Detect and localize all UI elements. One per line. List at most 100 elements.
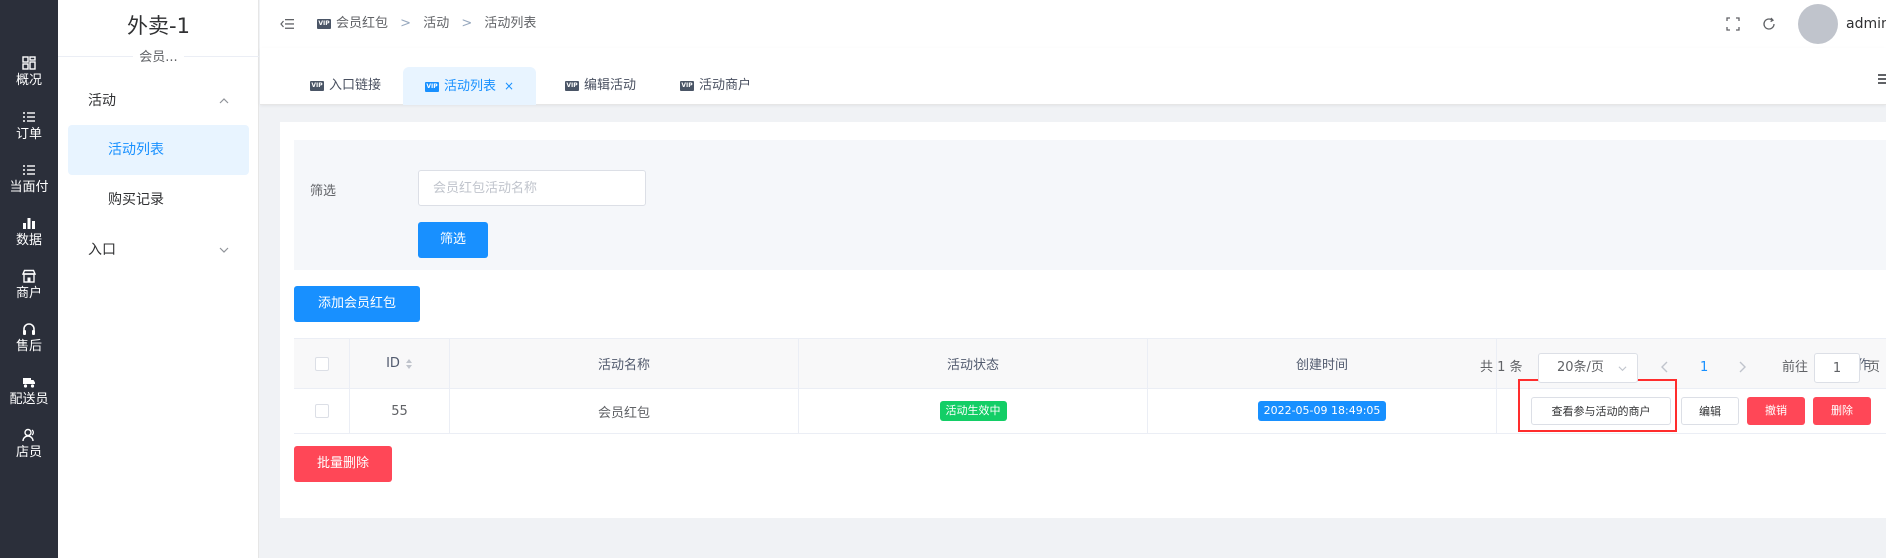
cell-id: 55 — [350, 389, 450, 433]
goto-label: 前往 — [1782, 360, 1809, 375]
tab-entry-link[interactable]: VIP 入口链接 — [288, 67, 403, 105]
avatar[interactable] — [1798, 4, 1838, 44]
sort-icon[interactable] — [405, 358, 413, 370]
next-page-icon[interactable] — [1737, 361, 1747, 373]
staff-icon — [22, 428, 34, 442]
select-all-checkbox[interactable] — [314, 356, 329, 371]
tabs-menu-icon[interactable] — [1878, 73, 1886, 85]
batch-delete-button[interactable]: 批量删除 — [294, 446, 392, 482]
username: admin — [1846, 16, 1886, 32]
menu-item-label: 购买记录 — [108, 192, 164, 208]
breadcrumb-current: 活动列表 — [484, 16, 537, 31]
header-checkbox-cell — [294, 339, 350, 388]
vip-icon: VIP — [425, 81, 439, 92]
row-checkbox[interactable] — [314, 404, 329, 418]
chevron-down-icon — [219, 247, 229, 253]
header-label: ID — [386, 356, 400, 371]
fullscreen-icon[interactable] — [1726, 17, 1740, 31]
menu-item-activity-list[interactable]: 活动列表 — [68, 125, 249, 175]
vip-icon: VIP — [565, 80, 579, 91]
store-title: 外卖-1 — [127, 14, 190, 38]
rail-label: 订单 — [15, 127, 42, 142]
menu-group-entry[interactable]: 入口 — [58, 230, 259, 270]
cell-name: 会员红包 — [450, 389, 799, 433]
table-header-row: ID 活动名称 活动状态 创建时间 操作 — [294, 339, 1886, 389]
delete-button[interactable]: 删除 — [1813, 397, 1871, 425]
header-label: 创建时间 — [1295, 358, 1348, 373]
collapse-menu-icon[interactable] — [280, 17, 294, 31]
page-size-select[interactable]: 20条/页 — [1538, 353, 1638, 383]
sub-sidebar: 外卖-1 会员... 活动 活动列表 购买记录 入口 — [58, 0, 259, 558]
rail-label: 店员 — [15, 445, 42, 460]
page-size-value: 20条/页 — [1557, 360, 1604, 375]
tab-label: 编辑活动 — [584, 78, 637, 93]
page-number-current[interactable]: 1 — [1700, 354, 1708, 382]
store-subtitle: 会员... — [58, 46, 259, 65]
filter-panel: 筛选 筛选 — [294, 140, 1886, 270]
menu-group-activity[interactable]: 活动 — [58, 81, 259, 121]
menu-group-label: 入口 — [88, 242, 116, 258]
vip-icon: VIP — [317, 18, 331, 29]
view-merchants-button[interactable]: 查看参与活动的商户 — [1531, 397, 1671, 425]
header-label: 活动状态 — [946, 358, 999, 373]
tab-activity-merchants[interactable]: VIP 活动商户 — [658, 67, 773, 105]
user-menu[interactable]: admin — [1846, 0, 1886, 48]
breadcrumb-separator: > — [461, 16, 473, 31]
rail-item-overview[interactable]: 概况 — [0, 56, 58, 108]
rail-item-merchants[interactable]: 商户 — [0, 269, 58, 321]
rail-label: 当面付 — [9, 180, 49, 195]
revoke-button[interactable]: 撤销 — [1747, 397, 1805, 425]
menu-group-label: 活动 — [88, 93, 116, 109]
tab-activity-list[interactable]: VIP 活动列表 × — [403, 67, 537, 105]
close-icon[interactable]: × — [504, 79, 514, 93]
rail-item-orders[interactable]: 订单 — [0, 110, 58, 162]
breadcrumb-item[interactable]: 活动 — [423, 16, 449, 31]
add-red-packet-button[interactable]: 添加会员红包 — [294, 286, 420, 322]
table-row: 55 会员红包 活动生效中 2022-05-09 18:49:05 查看参与活动… — [294, 389, 1886, 434]
rail-label: 售后 — [15, 339, 42, 354]
chevron-up-icon — [219, 98, 229, 104]
breadcrumb-item[interactable]: 会员红包 — [336, 16, 388, 31]
status-badge: 活动生效中 — [939, 401, 1007, 421]
edit-button[interactable]: 编辑 — [1681, 397, 1739, 425]
chevron-down-icon — [1618, 366, 1627, 372]
row-checkbox-cell — [294, 389, 350, 433]
top-bar: VIP 会员红包 > 活动 > 活动列表 admin — [260, 0, 1886, 48]
rail-item-face-pay[interactable]: 当面付 — [0, 163, 58, 215]
rail-label: 数据 — [15, 233, 42, 248]
header-label: 活动名称 — [597, 358, 650, 373]
header-id[interactable]: ID — [350, 339, 450, 388]
headset-icon — [23, 323, 35, 335]
tabs-bar: VIP 入口链接 VIP 活动列表 × VIP 编辑活动 VIP 活动商户 — [260, 48, 1886, 105]
refresh-icon[interactable] — [1762, 17, 1776, 31]
store-subtitle-text: 会员... — [133, 50, 184, 65]
goto-page-input[interactable] — [1814, 353, 1860, 383]
rail-label: 商户 — [15, 286, 42, 301]
list-icon — [23, 112, 35, 122]
created-time-badge: 2022-05-09 18:49:05 — [1257, 401, 1387, 421]
header-name: 活动名称 — [450, 339, 799, 388]
list-icon — [23, 165, 35, 175]
cell-actions: 查看参与活动的商户 编辑 撤销 删除 — [1497, 389, 1886, 433]
vip-icon: VIP — [680, 80, 694, 91]
menu-item-purchase-records[interactable]: 购买记录 — [68, 175, 249, 225]
tab-label: 入口链接 — [329, 78, 382, 93]
prev-page-icon[interactable] — [1660, 361, 1670, 373]
rail-item-data[interactable]: 数据 — [0, 216, 58, 268]
filter-label: 筛选 — [310, 184, 337, 199]
delivery-icon — [23, 378, 35, 388]
activity-name-input[interactable] — [418, 170, 646, 206]
rail-item-staff[interactable]: 店员 — [0, 428, 58, 480]
breadcrumb-separator: > — [400, 16, 412, 31]
pagination-total: 共 1 条 — [1480, 360, 1523, 375]
rail-item-couriers[interactable]: 配送员 — [0, 375, 58, 427]
icon-rail: 概况 订单 当面付 数据 商户 售后 配送员 店员 — [0, 0, 58, 558]
breadcrumb: VIP 会员红包 > 活动 > 活动列表 — [317, 0, 536, 48]
cell-created: 2022-05-09 18:49:05 — [1148, 389, 1497, 433]
rail-item-after-sales[interactable]: 售后 — [0, 322, 58, 374]
store-icon — [22, 269, 36, 283]
tab-label: 活动商户 — [699, 78, 752, 93]
filter-button[interactable]: 筛选 — [418, 222, 488, 258]
tab-edit-activity[interactable]: VIP 编辑活动 — [543, 67, 658, 105]
tab-label: 活动列表 — [444, 79, 497, 94]
